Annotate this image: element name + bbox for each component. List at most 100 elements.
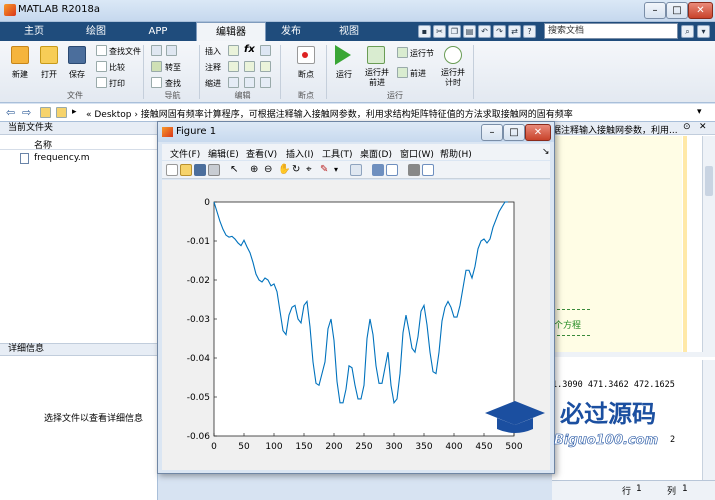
undo-icon[interactable]: ↶ [478, 25, 491, 38]
function-fx-button[interactable]: fx [244, 44, 255, 55]
advance-button[interactable]: 前进 [410, 68, 426, 79]
up-folder-icon[interactable] [40, 107, 51, 118]
save-quick-icon[interactable]: ▪ [418, 25, 431, 38]
figure-maximize-button[interactable]: □ [503, 124, 525, 141]
menu-tools[interactable]: 工具(T) [322, 147, 353, 160]
zoom-out-icon[interactable]: ⊖ [264, 164, 276, 176]
menu-dock-icon[interactable]: ↘ [542, 147, 550, 157]
save-icon[interactable] [68, 46, 86, 64]
new-figure-icon[interactable] [166, 164, 178, 176]
hide-plot-tools-icon[interactable] [408, 164, 420, 176]
command-scrollbar[interactable] [702, 360, 715, 485]
increase-indent-icon[interactable] [244, 77, 255, 88]
help-icon[interactable]: ? [523, 25, 536, 38]
advance-icon[interactable] [397, 67, 408, 78]
file-list-item[interactable]: frequency.m [20, 152, 155, 166]
find-icon[interactable] [151, 77, 162, 88]
print-figure-icon[interactable] [208, 164, 220, 176]
find-file-button[interactable]: 查找文件 [109, 46, 141, 57]
back-nav-icon[interactable] [151, 45, 162, 56]
find-file-icon[interactable] [96, 45, 107, 56]
legend-icon[interactable] [386, 164, 398, 176]
figure-minimize-button[interactable]: – [481, 124, 503, 141]
maximize-button[interactable]: □ [666, 2, 688, 19]
paste-icon[interactable]: ▤ [463, 25, 476, 38]
show-plot-tools-icon[interactable] [422, 164, 434, 176]
compare-button[interactable]: 比较 [109, 62, 125, 73]
pan-icon[interactable]: ✋ [278, 164, 290, 176]
new-icon[interactable] [11, 46, 29, 64]
redo-icon[interactable]: ↷ [493, 25, 506, 38]
wrap-comments-icon[interactable] [260, 61, 271, 72]
insert-section-icon[interactable] [228, 45, 239, 56]
indent-button[interactable]: 缩进 [205, 78, 221, 89]
browse-folder-icon[interactable] [56, 107, 67, 118]
run-section-icon[interactable] [397, 47, 408, 58]
run-section-button[interactable]: 运行节 [410, 48, 434, 59]
copy-icon[interactable]: ❐ [448, 25, 461, 38]
brush-dropdown-icon[interactable]: ▾ [334, 164, 346, 176]
figure-close-button[interactable]: ✕ [525, 124, 551, 141]
run-and-time-button[interactable]: 运行并 计时 [436, 68, 470, 88]
ribbon-collapse-icon[interactable]: ▾ [697, 25, 710, 38]
path-dropdown-icon[interactable]: ▾ [697, 107, 702, 117]
colorbar-icon[interactable] [372, 164, 384, 176]
uncomment-icon[interactable] [244, 61, 255, 72]
print-button[interactable]: 打印 [109, 78, 125, 89]
forward-arrow-icon[interactable]: ⇨ [22, 107, 31, 118]
editor-tab-label[interactable]: 据注释输入接触网参数，利用... [552, 123, 678, 136]
data-cursor-icon[interactable]: ⌖ [306, 164, 318, 176]
brush-icon[interactable]: ✎ [320, 164, 332, 176]
back-arrow-icon[interactable]: ⇦ [6, 107, 15, 118]
file-list-header[interactable]: 名称 [0, 136, 157, 151]
breakpoints-button[interactable]: 断点 [288, 69, 324, 80]
editor-options-icon[interactable]: ⊙ [683, 122, 691, 132]
menu-edit[interactable]: 编辑(E) [208, 147, 239, 160]
comment-percent-icon[interactable] [228, 61, 239, 72]
file-name[interactable]: frequency.m [34, 153, 90, 163]
tab-home[interactable]: 主页 [4, 22, 64, 41]
current-folder-path[interactable]: « Desktop › 接触网固有频率计算程序，可根据注释输入接触网参数，利用求… [86, 107, 573, 120]
menu-window[interactable]: 窗口(W) [400, 147, 434, 160]
forward-nav-icon[interactable] [166, 45, 177, 56]
run-and-time-icon[interactable] [444, 46, 462, 64]
menu-desktop[interactable]: 桌面(D) [360, 147, 392, 160]
comment-button[interactable]: 注释 [205, 62, 221, 73]
goto-icon[interactable] [151, 61, 162, 72]
switch-window-icon[interactable]: ⇄ [508, 25, 521, 38]
tab-view[interactable]: 视图 [316, 22, 382, 41]
open-folder-icon[interactable] [40, 46, 58, 64]
decrease-indent-icon[interactable] [260, 77, 271, 88]
tab-editor[interactable]: 编辑器 [196, 22, 266, 41]
name-column-header[interactable]: 名称 [34, 138, 52, 151]
find-button[interactable]: 查找 [165, 78, 181, 89]
scrollbar-thumb[interactable] [705, 166, 713, 196]
menu-view[interactable]: 查看(V) [246, 147, 277, 160]
run-icon[interactable] [335, 45, 351, 65]
minimize-button[interactable]: – [644, 2, 666, 19]
goto-button[interactable]: 转至 [165, 62, 181, 73]
menu-help[interactable]: 帮助(H) [440, 147, 472, 160]
tab-apps[interactable]: APP [128, 22, 188, 41]
run-and-advance-button[interactable]: 运行并 前进 [360, 68, 394, 88]
menu-insert[interactable]: 插入(I) [286, 147, 314, 160]
smart-indent-icon[interactable] [228, 77, 239, 88]
search-documentation-input[interactable]: 搜索文档 [544, 23, 678, 39]
save-figure-icon[interactable] [194, 164, 206, 176]
compare-icon[interactable] [96, 61, 107, 72]
tab-plots[interactable]: 绘图 [66, 22, 126, 41]
link-plot-icon[interactable] [350, 164, 362, 176]
rotate-3d-icon[interactable]: ↻ [292, 164, 304, 176]
cursor-icon[interactable]: ↖ [230, 164, 242, 176]
close-button[interactable]: ✕ [688, 2, 713, 19]
run-button[interactable]: 运行 [326, 69, 362, 80]
editor-scrollbar[interactable] [702, 136, 715, 352]
save-button[interactable]: 保存 [59, 69, 95, 80]
search-icon[interactable]: ⌕ [681, 25, 694, 38]
cut-icon[interactable]: ✂ [433, 25, 446, 38]
menu-file[interactable]: 文件(F) [170, 147, 200, 160]
insert-dropdown-icon[interactable] [260, 45, 271, 56]
open-file-icon[interactable] [180, 164, 192, 176]
dropdown-icon[interactable]: ▸ [72, 107, 77, 117]
tab-publish[interactable]: 发布 [258, 22, 324, 41]
